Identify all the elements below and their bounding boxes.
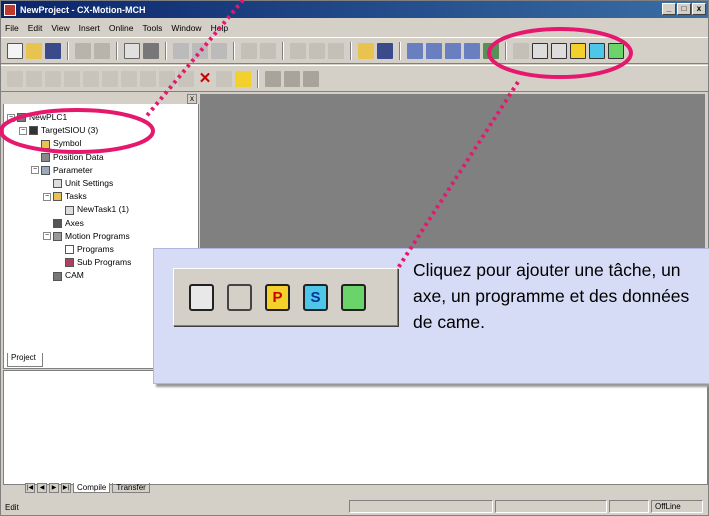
annotation-overlay — [0, 0, 633, 270]
pointer-line-toolbar — [396, 80, 520, 270]
highlight-target-ellipse — [0, 108, 155, 154]
pointer-line-top — [143, 0, 245, 120]
highlight-toolbar-ellipse — [487, 27, 633, 79]
